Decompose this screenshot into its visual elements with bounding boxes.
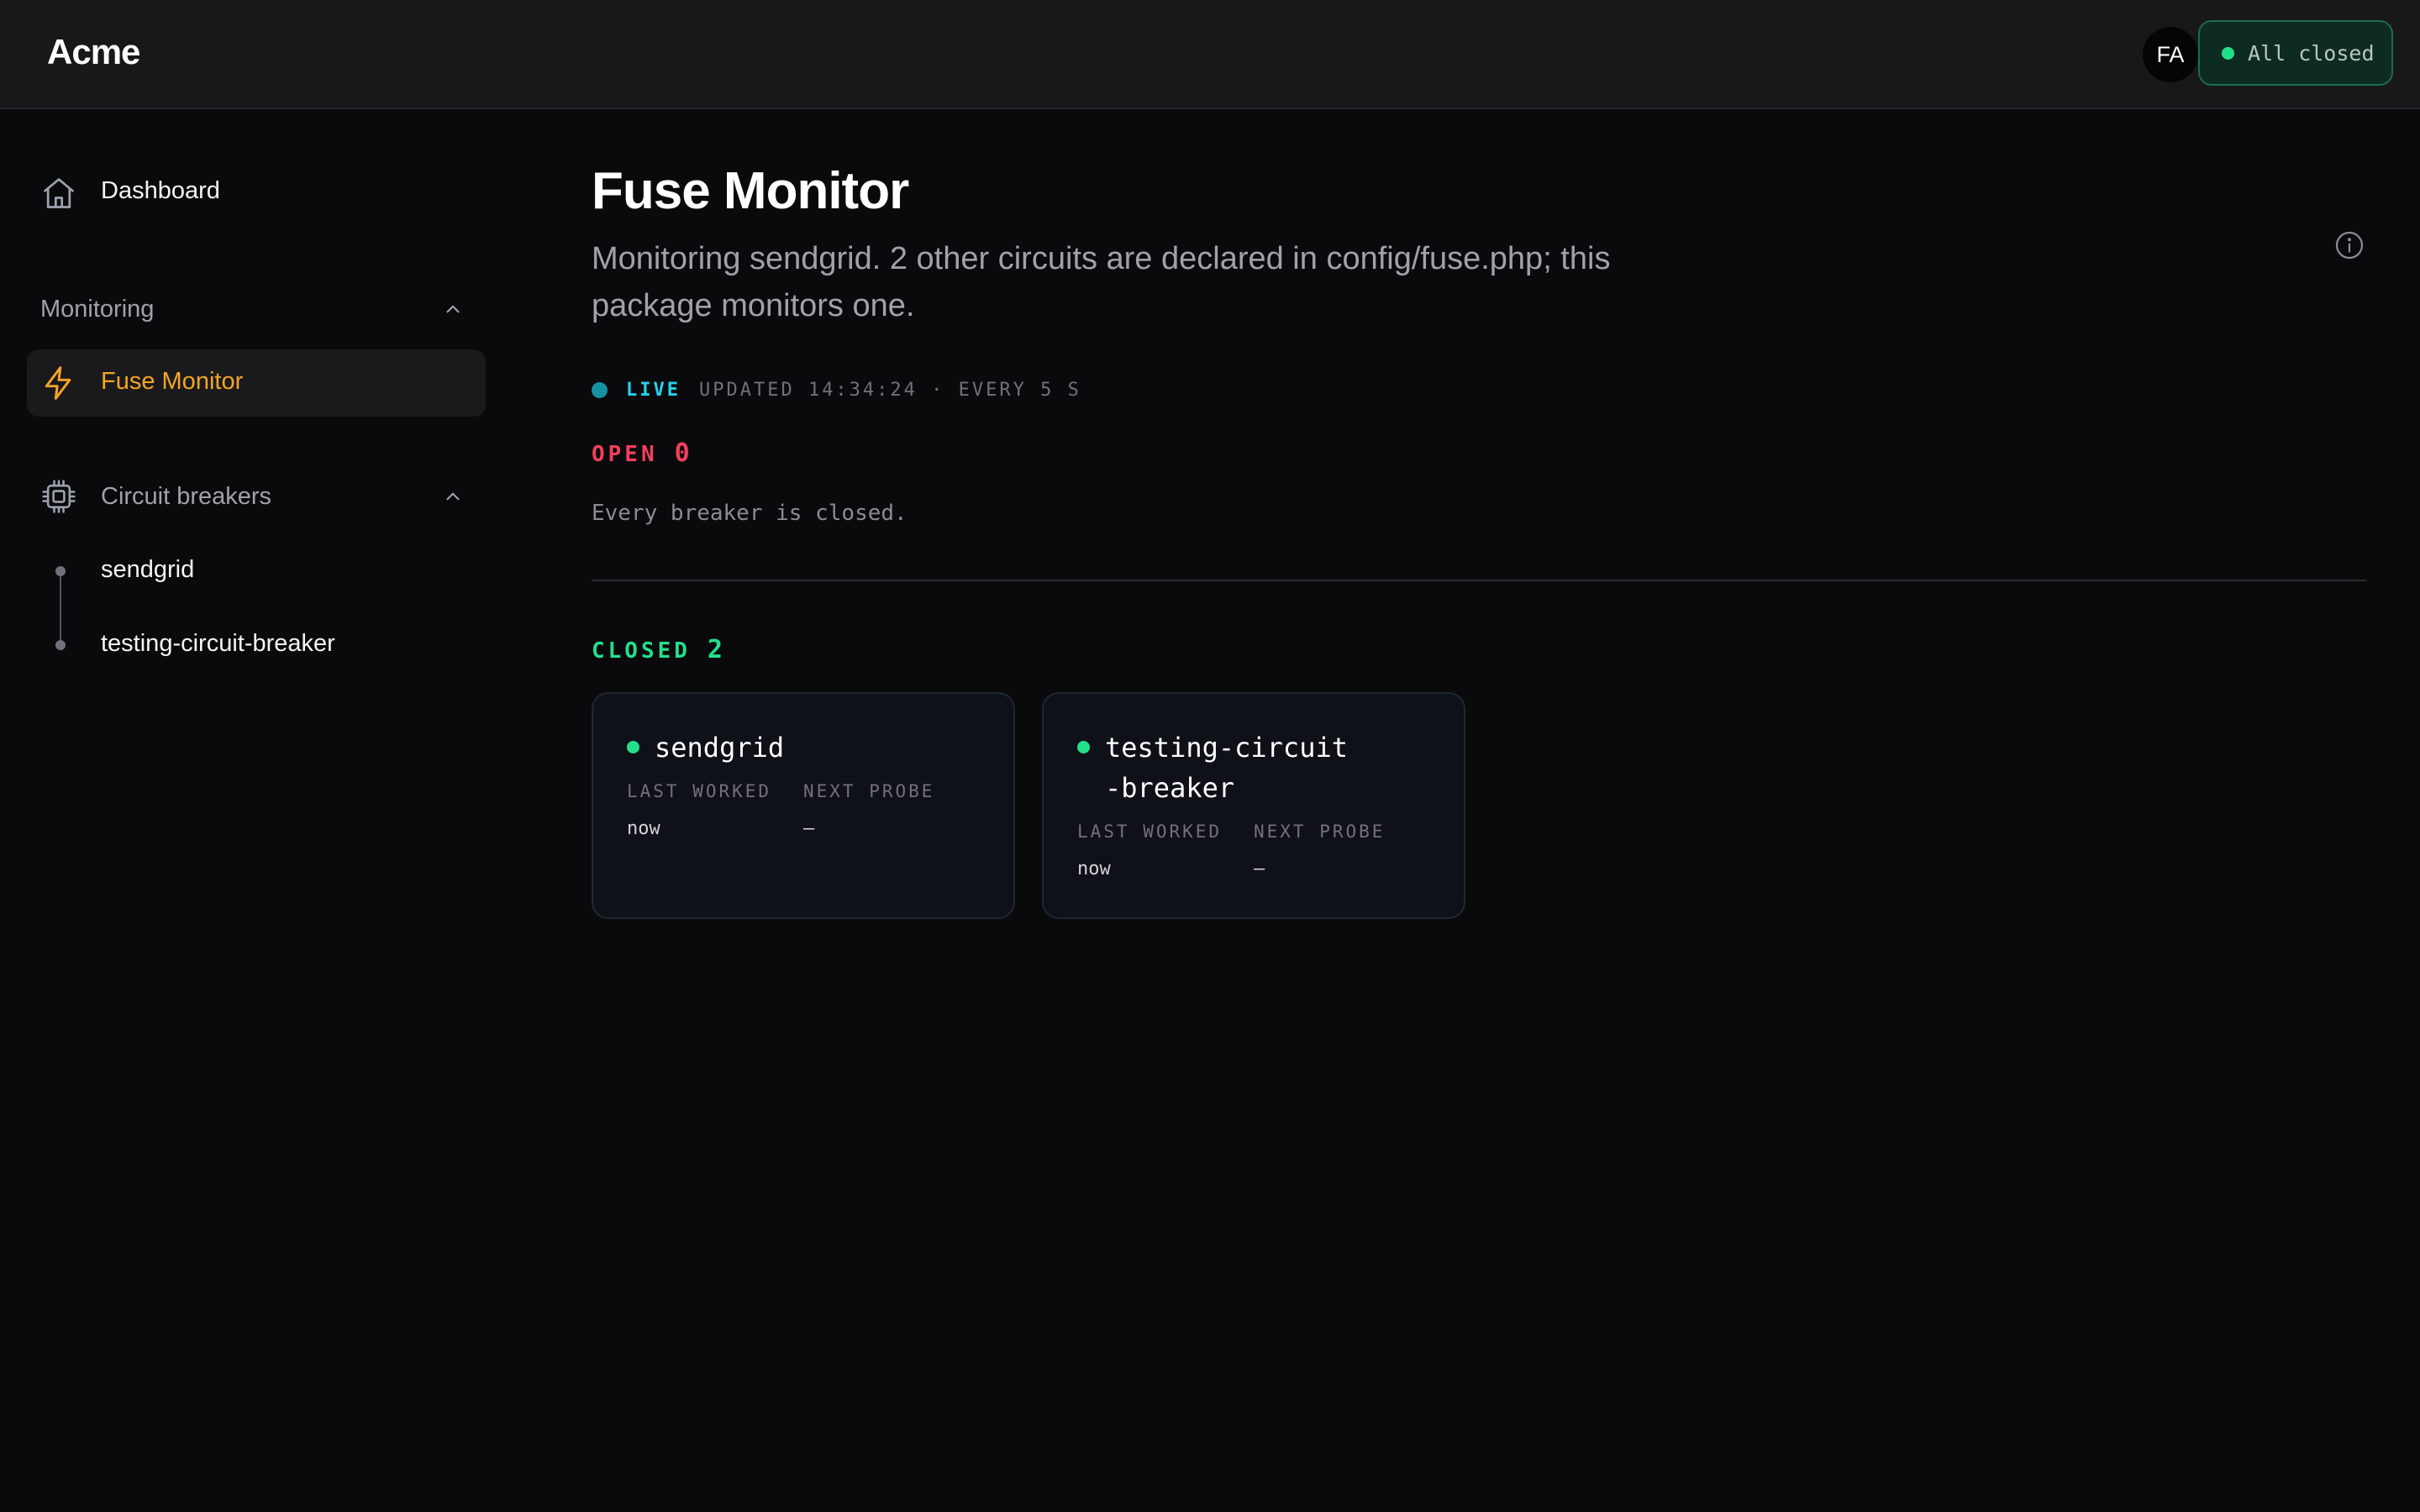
next-probe-label: NEXT PROBE: [1254, 822, 1386, 842]
live-dot: [592, 382, 608, 398]
open-empty-message: Every breaker is closed.: [592, 501, 908, 526]
closed-count: 2: [707, 635, 723, 664]
status-dot: [2222, 46, 2234, 60]
breaker-name: testing-circuit-breaker: [1105, 732, 1348, 804]
user-avatar[interactable]: FA: [2143, 27, 2198, 82]
status-badge[interactable]: All closed: [2198, 20, 2393, 86]
section-heading: Circuit breakers: [101, 482, 272, 510]
breaker-card-sendgrid[interactable]: sendgrid LAST WORKED now NEXT PROBE —: [592, 692, 1015, 919]
bolt-icon: [40, 365, 77, 402]
tree-connector: [60, 571, 61, 645]
sidebar-item-fuse-monitor[interactable]: Fuse Monitor: [27, 349, 486, 417]
closed-label: CLOSED: [592, 638, 691, 664]
section-circuit-breakers[interactable]: Circuit breakers: [40, 478, 469, 515]
breaker-status-dot: [627, 741, 639, 753]
open-count: 0: [674, 438, 690, 468]
sidebar-item-testing-circuit-breaker[interactable]: testing-circuit-breaker: [101, 630, 335, 658]
page-subtitle: Monitoring sendgrid. 2 other circuits ar…: [592, 241, 1611, 323]
live-label: LIVE: [626, 380, 681, 401]
breaker-card-testing-circuit-breaker[interactable]: testing-circuit-breaker LAST WORKED now …: [1042, 692, 1465, 919]
last-worked-value: now: [627, 818, 660, 839]
last-worked-label: LAST WORKED: [627, 781, 772, 801]
open-label: OPEN: [592, 442, 658, 467]
live-updated-text: UPDATED 14:34:24 · EVERY 5 S: [698, 380, 1081, 401]
live-status: LIVE UPDATED 14:34:24 · EVERY 5 S: [592, 380, 1081, 401]
section-divider: [592, 580, 2366, 581]
next-probe-value: —: [803, 818, 815, 839]
section-monitoring[interactable]: Monitoring: [40, 291, 469, 328]
next-probe-label: NEXT PROBE: [803, 781, 935, 801]
info-icon[interactable]: [2334, 230, 2365, 260]
top-bar: Acme FA All closed: [0, 0, 2420, 109]
chip-icon: [40, 478, 77, 515]
last-worked-label: LAST WORKED: [1077, 822, 1223, 842]
breaker-status-dot: [1077, 741, 1090, 753]
sidebar-item-label: Fuse Monitor: [101, 368, 244, 395]
chevron-up-icon[interactable]: [442, 298, 464, 320]
sidebar-item-sendgrid[interactable]: sendgrid: [101, 556, 194, 584]
home-icon: [40, 175, 77, 212]
sidebar-item-label: Dashboard: [101, 177, 220, 204]
tree-node: [55, 640, 66, 650]
breaker-name: sendgrid: [655, 732, 785, 764]
section-heading: Monitoring: [40, 295, 155, 323]
brand-logo[interactable]: Acme: [47, 32, 140, 72]
chevron-up-icon[interactable]: [442, 486, 464, 507]
tree-node: [55, 566, 66, 576]
closed-section-heading: CLOSED 2: [592, 635, 723, 664]
open-section-heading: OPEN 0: [592, 438, 690, 468]
page-title: Fuse Monitor: [592, 162, 909, 220]
last-worked-value: now: [1077, 858, 1111, 879]
next-probe-value: —: [1254, 858, 1265, 879]
status-label: All closed: [2248, 40, 2375, 66]
